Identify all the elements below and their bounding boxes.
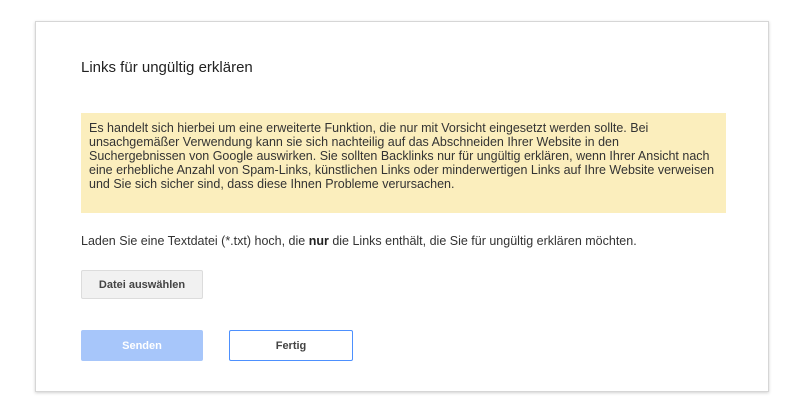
- warning-box: Es handelt sich hierbei um eine erweiter…: [81, 113, 726, 213]
- instruction-emphasis: nur: [308, 234, 329, 248]
- dialog-title: Links für ungültig erklären: [81, 59, 253, 76]
- done-button[interactable]: Fertig: [229, 330, 353, 361]
- instruction-text-start: Laden Sie eine Textdatei (*.txt) hoch, d…: [81, 234, 309, 248]
- upload-instruction: Laden Sie eine Textdatei (*.txt) hoch, d…: [81, 234, 637, 248]
- disavow-links-dialog: Links für ungültig erklären Es handelt s…: [35, 21, 769, 392]
- instruction-text-end: die Links enthält, die Sie für ungültig …: [328, 234, 637, 248]
- choose-file-button[interactable]: Datei auswählen: [81, 270, 203, 299]
- send-button[interactable]: Senden: [81, 330, 203, 361]
